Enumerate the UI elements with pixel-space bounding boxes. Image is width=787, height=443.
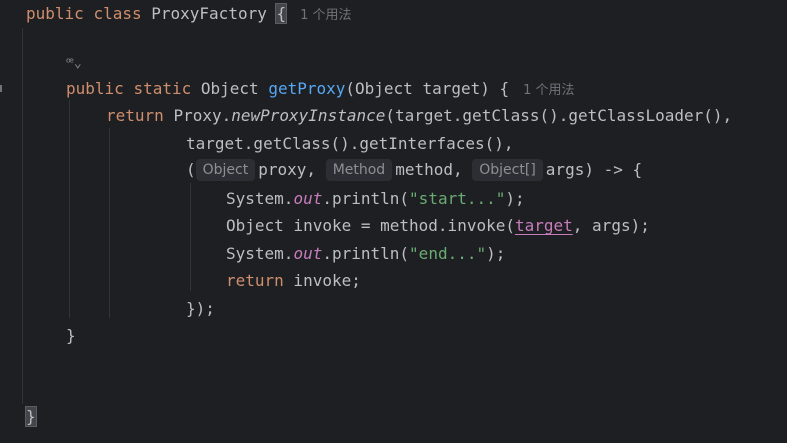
method-params: (Object target) { [345, 79, 510, 98]
code-text: target.getClass().getInterfaces(), [186, 134, 514, 153]
keyword: class [93, 4, 142, 23]
code-editor[interactable]: public class ProxyFactory {1 个用法 ꟹ⌄ publ… [0, 0, 787, 443]
code-text: method, [395, 160, 473, 179]
code-line-lambda-params: (Object proxy, Method method, Object[] args… [186, 158, 642, 182]
gutter-marker [0, 85, 2, 92]
type-hint[interactable]: Object[] [472, 159, 543, 181]
code-text: proxy, [258, 160, 326, 179]
keyword: return [106, 106, 164, 125]
code-text: Proxy. [173, 106, 232, 125]
method-name: getProxy [268, 79, 346, 98]
static-call: newProxyInstance [231, 106, 386, 125]
code-text: System. [226, 244, 294, 263]
lambda-lens-icon[interactable]: ꟹ⌄ [66, 56, 96, 72]
keyword: public [26, 4, 84, 23]
code-line-method-close: } [66, 324, 76, 348]
type-hint[interactable]: Object [195, 159, 256, 181]
class-name: ProxyFactory [151, 4, 267, 23]
code-text: ( [186, 160, 196, 179]
keyword: return [226, 271, 284, 290]
usages-hint[interactable]: 1 个用法 [523, 83, 574, 98]
code-text: System. [226, 189, 294, 208]
indent-guide [69, 100, 70, 318]
code-text: invoke; [283, 271, 361, 290]
code-text: }); [186, 299, 215, 318]
matched-brace: } [25, 406, 37, 427]
code-line-class-close: } [25, 405, 37, 429]
code-text: .println( [322, 244, 410, 263]
code-text: ); [505, 189, 525, 208]
code-text: ); [486, 244, 506, 263]
code-line-print-start: System.out.println("start..."); [226, 187, 525, 211]
code-line-print-end: System.out.println("end..."); [226, 242, 505, 266]
indent-guide [109, 128, 110, 318]
matched-brace: { [275, 3, 288, 24]
keyword: public [66, 79, 124, 98]
code-text: , args); [572, 216, 650, 235]
code-line-return-invoke: return invoke; [226, 269, 361, 293]
code-line-return: return Proxy.newProxyInstance(target.get… [106, 104, 732, 128]
indent-guide [190, 183, 191, 291]
type-hint[interactable]: Method [325, 159, 393, 181]
code-line-interfaces: target.getClass().getInterfaces(), [186, 132, 514, 156]
keyword: static [133, 79, 192, 98]
return-type: Object [200, 79, 259, 98]
static-field: out [293, 189, 323, 208]
captured-variable: target [514, 216, 573, 235]
code-line-invoke: Object invoke = method.invoke(target, ar… [226, 214, 650, 238]
code-text: } [66, 326, 76, 345]
usages-hint[interactable]: 1 个用法 [300, 8, 351, 23]
code-line-method-decl: public static Object getProxy(Object tar… [66, 77, 575, 101]
code-line-class-decl: public class ProxyFactory {1 个用法 [26, 2, 352, 26]
code-text: (target.getClass().getClassLoader(), [385, 106, 733, 125]
indent-guide [22, 28, 23, 404]
code-line-lambda-close: }); [186, 297, 215, 321]
string-literal: "start..." [409, 189, 506, 208]
code-text: args) -> { [545, 160, 643, 179]
static-field: out [293, 244, 323, 263]
code-text: .println( [322, 189, 410, 208]
code-text: Object invoke = method.invoke( [226, 216, 515, 235]
string-literal: "end..." [409, 244, 487, 263]
